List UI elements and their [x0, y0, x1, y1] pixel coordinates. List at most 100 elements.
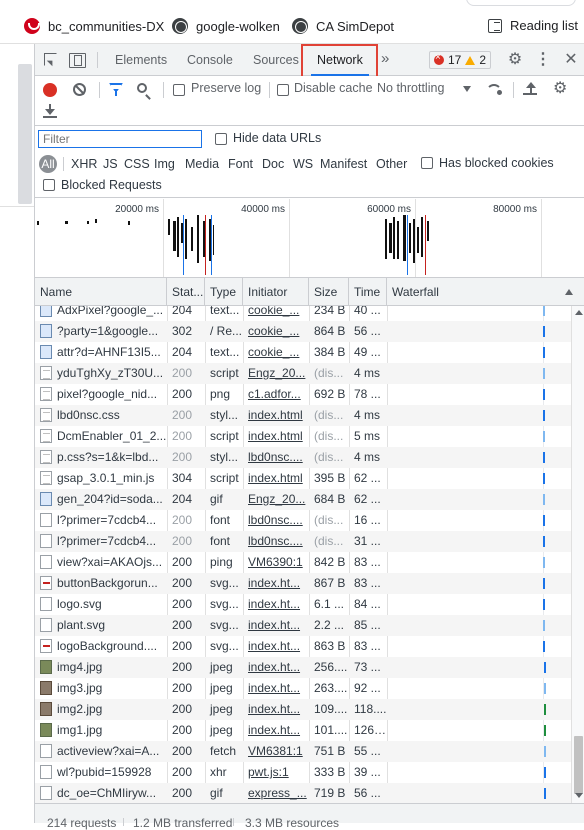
- cell-initiator[interactable]: index.ht...: [243, 678, 309, 699]
- disable-cache-checkbox[interactable]: [277, 84, 289, 96]
- cell-initiator[interactable]: lbd0nsc....: [243, 531, 309, 552]
- filter-type-js[interactable]: JS: [103, 155, 118, 173]
- table-row[interactable]: attr?d=AHNF13I5... 204 text... cookie_... 38…: [35, 342, 584, 363]
- table-row[interactable]: img2.jpg 200 jpeg index.ht... 109.... 118....: [35, 699, 584, 720]
- filter-input[interactable]: [38, 130, 202, 148]
- record-icon[interactable]: [43, 83, 57, 97]
- table-scrollbar[interactable]: [571, 306, 584, 803]
- more-options-icon[interactable]: ⋮: [535, 52, 551, 68]
- issues-counter[interactable]: 17 2: [429, 51, 492, 69]
- table-row[interactable]: AdxPixel?google_... 204 text... cookie_... 2…: [35, 306, 584, 321]
- device-toolbar-icon[interactable]: [69, 52, 86, 68]
- scroll-up-icon[interactable]: [575, 310, 583, 315]
- cell-initiator[interactable]: index.html: [243, 426, 309, 447]
- cell-initiator[interactable]: VM6390:1: [243, 552, 309, 573]
- filter-type-ws[interactable]: WS: [293, 155, 313, 173]
- cell-initiator[interactable]: c1.adfor...: [243, 384, 309, 405]
- table-row[interactable]: gen_204?id=soda... 204 gif Engz_20... 684 B 6…: [35, 489, 584, 510]
- table-row[interactable]: yduTghXy_zT30U... 200 script Engz_20... (dis…: [35, 363, 584, 384]
- filter-type-other[interactable]: Other: [376, 155, 407, 173]
- filter-type-manifest[interactable]: Manifest: [320, 155, 367, 173]
- table-row[interactable]: l?primer=7cdcb4... 200 font lbd0nsc.... (dis…: [35, 531, 584, 552]
- throttling-select[interactable]: No throttling: [377, 81, 444, 95]
- close-icon[interactable]: ✕: [563, 52, 579, 68]
- table-row[interactable]: logo.svg 200 svg... index.ht... 6.1 ... 84 ..…: [35, 594, 584, 615]
- cell-initiator[interactable]: index.html: [243, 405, 309, 426]
- scroll-down-icon[interactable]: [575, 793, 583, 798]
- bookmark-google-wolken[interactable]: google-wolken: [172, 18, 280, 34]
- search-icon[interactable]: [137, 83, 147, 93]
- table-row[interactable]: lbd0nsc.css 200 styl... index.html (dis... 4 …: [35, 405, 584, 426]
- network-overview-timeline[interactable]: 20000 ms 40000 ms 60000 ms 80000 ms: [35, 199, 584, 278]
- cell-initiator[interactable]: index.ht...: [243, 657, 309, 678]
- filter-type-css[interactable]: CSS: [124, 155, 150, 173]
- table-row[interactable]: p.css?s=1&k=lbd... 200 styl... lbd0nsc.... (…: [35, 447, 584, 468]
- column-header-initiator[interactable]: Initiator: [243, 278, 309, 306]
- globe-icon: [172, 18, 188, 34]
- table-row[interactable]: wl?pubid=159928 200 xhr pwt.js:1 333 B 39 ...: [35, 762, 584, 783]
- cell-initiator[interactable]: pwt.js:1: [243, 762, 309, 783]
- tab-sources[interactable]: Sources: [247, 44, 305, 76]
- clear-icon[interactable]: [73, 83, 86, 96]
- table-row[interactable]: logoBackground.... 200 svg... index.ht... 86…: [35, 636, 584, 657]
- table-row[interactable]: img3.jpg 200 jpeg index.ht... 263.... 92 ...: [35, 678, 584, 699]
- table-row[interactable]: ?party=1&google... 302 / Re... cookie_... 86…: [35, 321, 584, 342]
- column-header-size[interactable]: Size: [309, 278, 349, 306]
- table-row[interactable]: img4.jpg 200 jpeg index.ht... 256.... 73 ...: [35, 657, 584, 678]
- filter-type-media[interactable]: Media: [185, 155, 219, 173]
- cell-initiator[interactable]: VM6381:1: [243, 741, 309, 762]
- cell-initiator[interactable]: index.ht...: [243, 636, 309, 657]
- table-row[interactable]: img1.jpg 200 jpeg index.ht... 101.... 126....: [35, 720, 584, 741]
- table-row[interactable]: dc_oe=ChMIiryw... 200 gif express_... 719 B 5…: [35, 783, 584, 803]
- table-row[interactable]: l?primer=7cdcb4... 200 font lbd0nsc.... (dis…: [35, 510, 584, 531]
- cell-initiator[interactable]: lbd0nsc....: [243, 447, 309, 468]
- filter-type-img[interactable]: Img: [154, 155, 175, 173]
- network-conditions-icon[interactable]: [485, 81, 502, 97]
- cell-initiator[interactable]: index.ht...: [243, 594, 309, 615]
- more-tabs-button[interactable]: »: [381, 50, 389, 67]
- cell-initiator[interactable]: index.ht...: [243, 615, 309, 636]
- filter-type-font[interactable]: Font: [228, 155, 253, 173]
- table-row[interactable]: DcmEnabler_01_2... 200 script index.html (di…: [35, 426, 584, 447]
- filter-type-all[interactable]: All: [39, 155, 57, 173]
- blocked-requests-checkbox[interactable]: [43, 179, 55, 191]
- scrollbar-thumb[interactable]: [574, 736, 583, 794]
- cell-initiator[interactable]: cookie_...: [243, 342, 309, 363]
- column-header-waterfall[interactable]: Waterfall: [387, 278, 584, 306]
- cell-initiator[interactable]: cookie_...: [243, 306, 309, 321]
- cell-initiator[interactable]: Engz_20...: [243, 489, 309, 510]
- hide-data-urls-checkbox[interactable]: [215, 133, 227, 145]
- cell-initiator[interactable]: express_...: [243, 783, 309, 803]
- cell-initiator[interactable]: cookie_...: [243, 321, 309, 342]
- reading-list-button[interactable]: Reading list: [488, 18, 578, 33]
- inspect-element-icon[interactable]: [43, 52, 59, 68]
- filter-type-xhr[interactable]: XHR: [71, 155, 97, 173]
- cell-initiator[interactable]: Engz_20...: [243, 363, 309, 384]
- column-header-time[interactable]: Time: [349, 278, 387, 306]
- bookmark-bc-communities[interactable]: bc_communities-DX: [24, 18, 164, 34]
- table-row[interactable]: plant.svg 200 svg... index.ht... 2.2 ... 85 .…: [35, 615, 584, 636]
- table-row[interactable]: pixel?google_nid... 200 png c1.adfor... 692 …: [35, 384, 584, 405]
- table-row[interactable]: buttonBackgorun... 200 svg... index.ht... 86…: [35, 573, 584, 594]
- tab-elements[interactable]: Elements: [109, 44, 173, 76]
- bookmark-ca-simdepot[interactable]: CA SimDepot: [292, 18, 394, 34]
- table-row[interactable]: activeview?xai=A... 200 fetch VM6381:1 751 B…: [35, 741, 584, 762]
- table-row[interactable]: view?xai=AKAOjs... 200 ping VM6390:1 842 B 83…: [35, 552, 584, 573]
- cell-initiator[interactable]: index.ht...: [243, 720, 309, 741]
- column-header-status[interactable]: Stat...: [167, 278, 205, 306]
- has-blocked-cookies-checkbox[interactable]: [421, 157, 433, 169]
- cell-initiator[interactable]: index.ht...: [243, 699, 309, 720]
- settings-gear-icon[interactable]: ⚙: [507, 52, 523, 68]
- preserve-log-checkbox[interactable]: [173, 84, 185, 96]
- column-header-type[interactable]: Type: [205, 278, 243, 306]
- cell-initiator[interactable]: lbd0nsc....: [243, 510, 309, 531]
- filter-icon[interactable]: [109, 83, 123, 97]
- tab-console[interactable]: Console: [181, 44, 239, 76]
- cell-initiator[interactable]: index.ht...: [243, 573, 309, 594]
- page-scrollbar[interactable]: [18, 64, 32, 204]
- network-settings-gear-icon[interactable]: ⚙: [553, 78, 567, 98]
- filter-type-doc[interactable]: Doc: [262, 155, 284, 173]
- cell-initiator[interactable]: index.html: [243, 468, 309, 489]
- column-header-name[interactable]: Name: [35, 278, 167, 306]
- table-row[interactable]: gsap_3.0.1_min.js 304 script index.html 395 …: [35, 468, 584, 489]
